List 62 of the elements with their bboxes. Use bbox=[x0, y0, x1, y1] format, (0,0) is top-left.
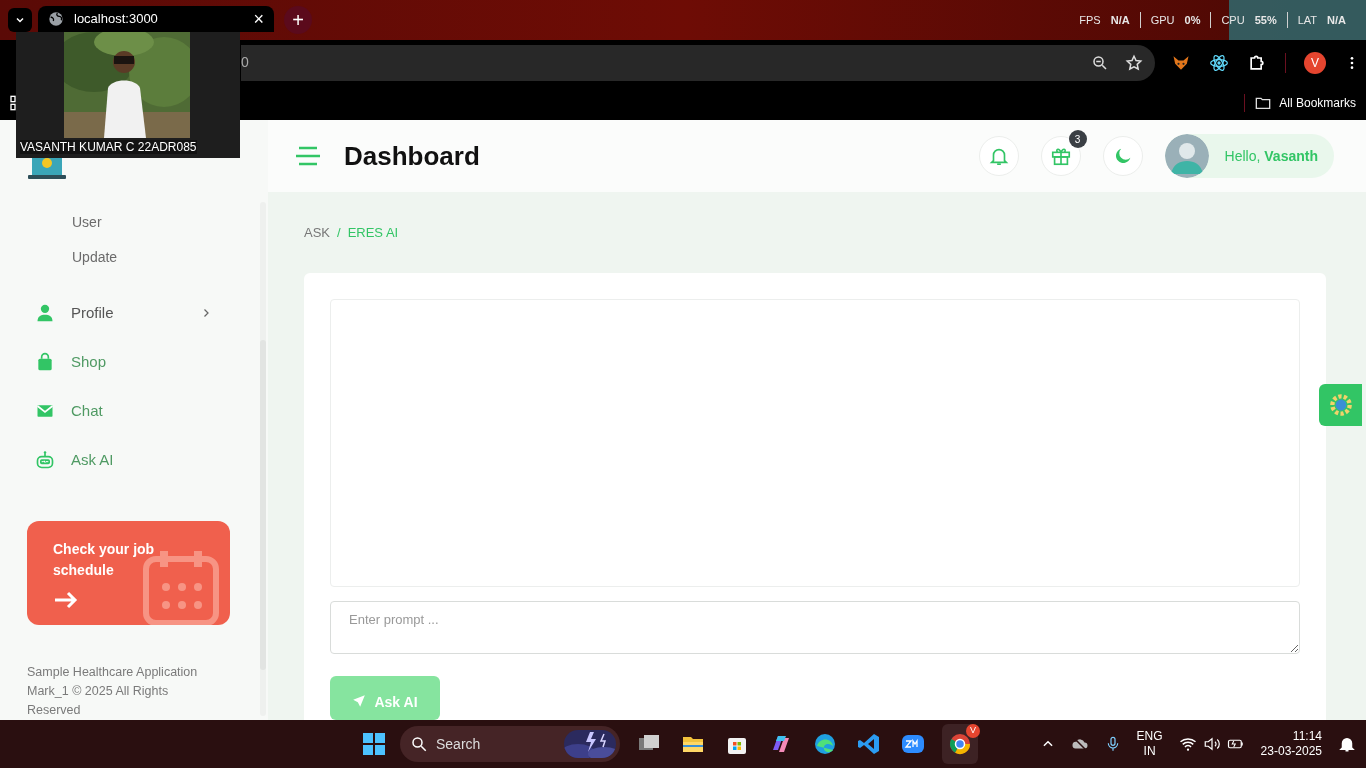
sidebar-item[interactable]: Shop bbox=[0, 337, 268, 387]
person-icon bbox=[35, 303, 55, 324]
zoom-icon[interactable] bbox=[1091, 53, 1109, 72]
robot-icon bbox=[35, 450, 55, 471]
clock[interactable]: 11:14 23-03-2025 bbox=[1260, 729, 1322, 759]
atom-icon[interactable] bbox=[1209, 52, 1229, 73]
sidebar-item[interactable]: Profile bbox=[0, 288, 268, 338]
send-icon bbox=[352, 694, 367, 708]
arrow-right-icon[interactable] bbox=[53, 590, 79, 609]
submenu-item[interactable]: User bbox=[72, 211, 102, 233]
perf-label: CPU bbox=[1221, 12, 1245, 28]
gift-icon bbox=[1049, 145, 1072, 167]
breadcrumb-separator: / bbox=[337, 223, 341, 242]
language-indicator[interactable]: ENG IN bbox=[1136, 729, 1163, 759]
address-bar[interactable]: 0 bbox=[241, 44, 1155, 81]
perf-label: FPS bbox=[1079, 12, 1101, 28]
notification-badge: 3 bbox=[1068, 130, 1087, 148]
tab-title: localhost:3000 bbox=[74, 10, 159, 29]
wifi-icon[interactable] bbox=[1178, 735, 1197, 753]
globe-icon bbox=[48, 11, 64, 27]
shopping-bag-icon bbox=[35, 352, 55, 373]
sidebar-item[interactable]: Ask AI bbox=[0, 435, 268, 485]
apps-icon[interactable] bbox=[10, 94, 16, 111]
all-bookmarks-button[interactable]: All Bookmarks bbox=[1255, 93, 1356, 112]
search-icon bbox=[410, 735, 428, 753]
promo-text: Check your job schedule bbox=[53, 539, 156, 580]
sidebar-item[interactable]: Chat bbox=[0, 386, 268, 436]
laptop-logo-icon bbox=[28, 156, 66, 179]
promo-card[interactable]: Check your job schedule bbox=[27, 520, 230, 625]
browser-taskbar-button[interactable]: V bbox=[942, 724, 978, 764]
gift-button[interactable] bbox=[1040, 136, 1081, 176]
star-icon[interactable] bbox=[1125, 53, 1143, 72]
close-tab-button[interactable]: × bbox=[253, 10, 264, 28]
page-title: Dashboard bbox=[344, 139, 480, 173]
video-call-icon bbox=[901, 732, 925, 756]
speaker-icon[interactable] bbox=[1202, 735, 1221, 753]
new-tab-button[interactable]: + bbox=[284, 6, 312, 34]
gear-icon bbox=[1327, 392, 1354, 418]
perf-value: 0% bbox=[1184, 12, 1201, 28]
code-icon bbox=[857, 732, 881, 756]
windows-start-icon[interactable] bbox=[362, 732, 386, 756]
url-text: 0 bbox=[241, 53, 249, 72]
avatar-icon bbox=[1164, 134, 1209, 178]
perf-value: N/A bbox=[1327, 12, 1346, 28]
browser-tab[interactable]: localhost:3000 × bbox=[38, 6, 274, 32]
footer-text: Sample Healthcare Application Mark_1 © 2025 All Rights Reserved bbox=[27, 664, 199, 719]
notification-bell-icon[interactable] bbox=[1338, 735, 1356, 753]
tab-list-button[interactable] bbox=[8, 8, 32, 32]
prompt-input[interactable]: Enter prompt ... bbox=[330, 601, 1300, 654]
perf-label: GPU bbox=[1150, 12, 1175, 28]
browser-icon bbox=[948, 732, 972, 756]
profile-avatar[interactable]: V bbox=[1304, 51, 1326, 74]
perf-label: LAT bbox=[1297, 12, 1318, 28]
submenu-item[interactable]: Update bbox=[72, 246, 118, 268]
wave-icon bbox=[813, 732, 837, 756]
perf-value: N/A bbox=[1110, 12, 1130, 28]
participant-name: VASANTH KUMAR C 22ADR085 bbox=[20, 140, 197, 154]
theme-toggle-button[interactable] bbox=[1102, 136, 1143, 176]
breadcrumb-item[interactable]: ASK bbox=[304, 222, 330, 243]
perf-value: 55% bbox=[1254, 12, 1277, 28]
notification-badge: V bbox=[966, 724, 980, 738]
search-field[interactable]: Search bbox=[400, 726, 620, 762]
